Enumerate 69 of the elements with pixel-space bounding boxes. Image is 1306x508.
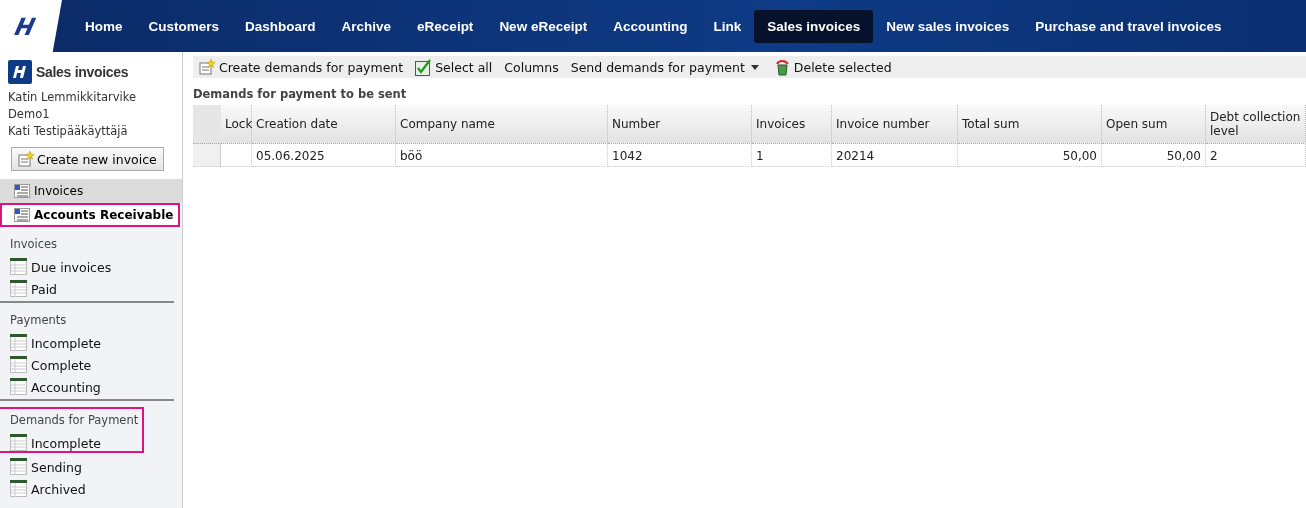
table-cell: 50,00 bbox=[1102, 144, 1206, 167]
sheet-icon bbox=[10, 458, 27, 475]
sheet-icon bbox=[10, 258, 27, 275]
sidebar-item[interactable]: Paid bbox=[10, 275, 166, 297]
list-icon bbox=[14, 184, 30, 198]
nav-tab[interactable]: eReceipt bbox=[404, 9, 487, 43]
group-heading: Demands for Payment bbox=[10, 412, 139, 429]
create-invoice-button[interactable]: Create new invoice bbox=[11, 147, 164, 171]
column-header[interactable]: Invoice number bbox=[832, 105, 958, 144]
nav-tab[interactable]: Sales invoices bbox=[754, 9, 874, 43]
column-header[interactable]: Company name bbox=[396, 105, 608, 144]
column-header[interactable]: Invoices bbox=[752, 105, 832, 144]
table-cell bbox=[221, 144, 252, 167]
table-cell: 2 bbox=[1206, 144, 1306, 167]
sidebar-item[interactable]: Complete bbox=[10, 351, 166, 373]
user-info: Kati Testipääkäyttäjä bbox=[8, 124, 129, 139]
column-header[interactable]: Debt collection level bbox=[1206, 105, 1306, 144]
nav-tab[interactable]: New eReceipt bbox=[486, 9, 601, 43]
trash-icon bbox=[773, 58, 791, 76]
header-corner bbox=[193, 105, 221, 144]
toolbar-button[interactable]: Send demands for payment bbox=[570, 59, 762, 75]
column-header[interactable]: Creation date bbox=[252, 105, 396, 144]
sheet-icon bbox=[10, 334, 27, 351]
table-cell: 20214 bbox=[832, 144, 958, 167]
list-icon bbox=[14, 208, 30, 222]
nav-tab[interactable]: New sales invoices bbox=[873, 9, 1023, 43]
sidebar-item[interactable]: Incomplete bbox=[10, 429, 139, 451]
nav-tab[interactable]: Home bbox=[72, 9, 136, 43]
logo-icon bbox=[8, 60, 32, 84]
row-header[interactable] bbox=[193, 144, 221, 167]
group-heading: Payments bbox=[10, 312, 68, 329]
table-cell: 1042 bbox=[608, 144, 752, 167]
toolbar-button[interactable]: Create demands for payment bbox=[199, 59, 404, 75]
user-info: Demo1 bbox=[8, 107, 51, 122]
sheet-icon bbox=[10, 378, 27, 395]
nav-tab[interactable]: Purchase and travel invoices bbox=[1022, 9, 1235, 43]
sheet-icon bbox=[10, 434, 27, 451]
toolbar-button[interactable]: Select all bbox=[415, 58, 493, 76]
table-cell: 1 bbox=[752, 144, 832, 167]
sheet-icon bbox=[10, 280, 27, 297]
table-cell: 50,00 bbox=[958, 144, 1102, 167]
table-title: Demands for payment to be sent bbox=[193, 86, 408, 103]
user-info: Katin Lemmikkitarvike bbox=[8, 90, 138, 105]
column-header[interactable]: Number bbox=[608, 105, 752, 144]
toolbar-button[interactable]: Columns bbox=[504, 59, 559, 75]
nav-tab[interactable]: Archive bbox=[328, 9, 405, 43]
group-heading: Invoices bbox=[10, 236, 59, 253]
sheet-icon bbox=[10, 356, 27, 373]
table-cell: 05.06.2025 bbox=[252, 144, 396, 167]
app-title: Sales invoices bbox=[36, 64, 129, 80]
nav-tab[interactable]: Link bbox=[700, 9, 755, 43]
sheet-icon bbox=[10, 480, 27, 497]
table-cell: böö bbox=[396, 144, 608, 167]
new-document-icon bbox=[18, 151, 35, 167]
new-document-icon bbox=[199, 59, 216, 75]
nav-tab[interactable]: Customers bbox=[135, 9, 233, 43]
sidebar-item[interactable]: Sending bbox=[10, 453, 166, 475]
sidebar-item[interactable]: Due invoices bbox=[10, 253, 166, 275]
toolbar-button[interactable]: Delete selected bbox=[773, 58, 892, 76]
sidebar-item[interactable]: Accounting bbox=[10, 373, 166, 395]
nav-tab[interactable]: Accounting bbox=[600, 9, 701, 43]
sidebar-item[interactable]: Incomplete bbox=[10, 329, 166, 351]
column-header[interactable]: Lock bbox=[221, 105, 252, 144]
sidebar-section[interactable]: Invoices bbox=[0, 179, 182, 203]
sidebar-section[interactable]: Accounts Receivable bbox=[0, 203, 180, 227]
column-header[interactable]: Open sum bbox=[1102, 105, 1206, 144]
sidebar-item[interactable]: Archived bbox=[10, 475, 166, 497]
column-header[interactable]: Total sum bbox=[958, 105, 1102, 144]
nav-tab[interactable]: Dashboard bbox=[232, 9, 329, 43]
